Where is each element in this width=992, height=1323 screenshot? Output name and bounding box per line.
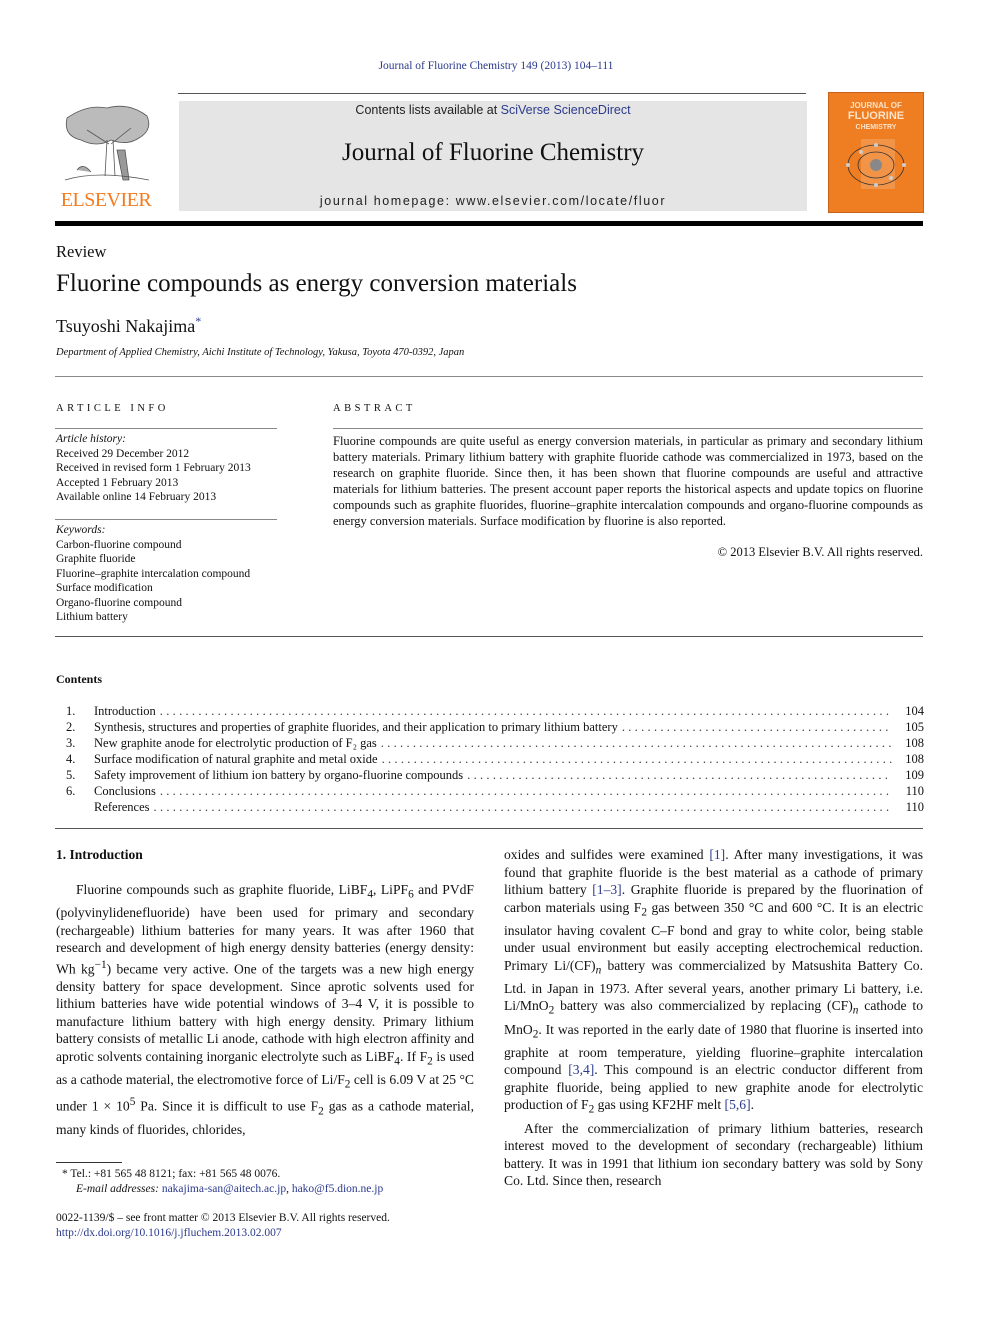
- keyword: Surface modification: [56, 582, 153, 594]
- toc-leader-dots: ........................................…: [467, 768, 892, 782]
- toc-leader-dots: ........................................…: [153, 800, 892, 814]
- author-line: Tsuyoshi Nakajima*: [56, 314, 201, 337]
- toc-page-number: 104: [905, 704, 924, 718]
- article-info-heading: ARTICLE INFO: [56, 403, 169, 414]
- toc-number: 2.: [66, 720, 76, 734]
- divider: [333, 428, 923, 429]
- author-name: Tsuyoshi Nakajima: [56, 316, 196, 336]
- divider: [55, 376, 923, 377]
- toc-number: 6.: [66, 784, 76, 798]
- keyword: Organo-fluorine compound: [56, 596, 182, 609]
- front-matter: 0022-1139/$ – see front matter © 2013 El…: [56, 1211, 486, 1241]
- paragraph: oxides and sulfides were examined [1]. A…: [504, 847, 924, 1117]
- section-heading-introduction: 1. Introduction: [56, 847, 143, 862]
- toc-label: Conclusions: [94, 784, 156, 798]
- toc-label: Introduction: [94, 704, 156, 718]
- toc-entry[interactable]: References..............................…: [56, 799, 924, 815]
- article-history: Article history: Received 29 December 20…: [56, 432, 286, 505]
- footnote-contact: * Tel.: +81 565 48 8121; fax: +81 565 48…: [62, 1168, 384, 1195]
- toc-page-number: 110: [905, 800, 924, 814]
- reference-link[interactable]: [5,6]: [725, 1097, 751, 1112]
- history-item: Received in revised form 1 February 2013: [56, 462, 251, 474]
- doi-link[interactable]: http://dx.doi.org/10.1016/j.jfluchem.201…: [56, 1227, 282, 1239]
- toc-page-number: 108: [905, 736, 924, 750]
- toc-page-number: 110: [905, 784, 924, 798]
- keyword: Carbon-fluorine compound: [56, 538, 182, 551]
- issn-line: 0022-1139/$ – see front matter © 2013 El…: [56, 1212, 390, 1224]
- journal-banner: Contents lists available at SciVerse Sci…: [179, 101, 807, 211]
- history-item: Accepted 1 February 2013: [56, 476, 179, 489]
- reference-link[interactable]: [1]: [709, 847, 725, 862]
- toc-number: 1.: [66, 704, 76, 718]
- footnote-rule: [56, 1162, 122, 1163]
- toc-entry[interactable]: 3. New graphite anode for electrolytic pr…: [56, 735, 924, 751]
- toc-page-number: 108: [905, 752, 924, 766]
- toc-number: 3.: [66, 736, 76, 750]
- journal-citation[interactable]: Journal of Fluorine Chemistry 149 (2013)…: [0, 60, 992, 72]
- toc-page-number: 109: [905, 768, 924, 782]
- toc-leader-dots: ........................................…: [380, 736, 892, 750]
- history-item: Available online 14 February 2013: [56, 491, 217, 503]
- reference-link[interactable]: [3,4]: [568, 1062, 594, 1077]
- toc-entry[interactable]: 2. Synthesis, structures and properties o…: [56, 719, 924, 735]
- toc-leader-dots: ........................................…: [159, 704, 892, 718]
- body-column-left: Fluorine compounds such as graphite fluo…: [56, 881, 474, 1138]
- contents-heading: Contents: [56, 672, 103, 686]
- toc-entry[interactable]: 6. Conclusions...........................…: [56, 783, 924, 799]
- elsevier-logo[interactable]: ELSEVIER: [55, 100, 157, 212]
- corresponding-author-mark[interactable]: *: [195, 314, 201, 328]
- history-item: Received 29 December 2012: [56, 447, 190, 460]
- toc-page-number: 105: [905, 720, 924, 734]
- article-type: Review: [56, 242, 107, 261]
- elsevier-tree-icon: [64, 105, 150, 181]
- journal-cover[interactable]: JOURNAL OF FLUORINE CHEMISTRY: [828, 92, 924, 213]
- reference-link[interactable]: [1–3]: [592, 882, 621, 897]
- toc-label: Synthesis, structures and properties of …: [94, 720, 618, 734]
- toc-label: Safety improvement of lithium ion batter…: [94, 768, 464, 782]
- keywords: Keywords: Carbon-fluorine compound Graph…: [56, 523, 296, 625]
- toc-entry[interactable]: 5. Safety improvement of lithium ion batt…: [56, 767, 924, 783]
- divider: [55, 828, 923, 829]
- toc-number: 5.: [66, 768, 76, 782]
- contents-availability: Contents lists available at SciVerse Sci…: [355, 103, 631, 117]
- toc-label: Surface modification of natural graphite…: [94, 752, 378, 766]
- toc-leader-dots: ........................................…: [621, 720, 892, 734]
- body-column-right: oxides and sulfides were examined [1]. A…: [504, 846, 923, 1190]
- email-link[interactable]: hako@f5.dion.ne.jp: [292, 1183, 383, 1195]
- table-of-contents: 1. Introduction..........................…: [56, 703, 924, 815]
- keyword: Lithium battery: [56, 611, 128, 623]
- divider: [55, 636, 923, 637]
- toc-label: References: [94, 800, 150, 814]
- keyword: Fluorine–graphite intercalation compound: [56, 567, 251, 580]
- sciencedirect-link[interactable]: SciVerse ScienceDirect: [501, 103, 631, 117]
- toc-entry[interactable]: 4. Surface modification of natural graphi…: [56, 751, 924, 767]
- divider: [55, 428, 277, 429]
- header-thick-rule: [55, 221, 923, 226]
- journal-homepage[interactable]: journal homepage: www.elsevier.com/locat…: [179, 194, 807, 208]
- history-label: Article history:: [56, 433, 126, 445]
- toc-number: [56, 799, 94, 815]
- abstract-text: Fluorine compounds are quite useful as e…: [333, 434, 923, 528]
- paragraph: After the commercialization of primary l…: [504, 1120, 923, 1189]
- email-link[interactable]: nakajima-san@aitech.ac.jp: [162, 1183, 286, 1195]
- atom-icon: [846, 139, 906, 189]
- toc-number: 4.: [66, 752, 76, 766]
- article-title: Fluorine compounds as energy conversion …: [56, 270, 577, 297]
- affiliation: Department of Applied Chemistry, Aichi I…: [56, 347, 465, 358]
- toc-leader-dots: ........................................…: [159, 784, 892, 798]
- paragraph: Fluorine compounds such as graphite fluo…: [56, 882, 475, 1137]
- toc-leader-dots: ........................................…: [381, 752, 892, 766]
- abstract-heading: ABSTRACT: [333, 403, 416, 414]
- divider: [55, 519, 277, 520]
- keywords-label: Keywords:: [56, 524, 106, 536]
- elsevier-wordmark: ELSEVIER: [60, 189, 152, 211]
- toc-entry[interactable]: 1. Introduction..........................…: [56, 703, 924, 719]
- toc-label: New graphite anode for electrolytic prod…: [94, 736, 377, 750]
- header-rule: [178, 93, 806, 94]
- keyword: Graphite fluoride: [56, 553, 136, 565]
- abstract-copyright: © 2013 Elsevier B.V. All rights reserved…: [717, 545, 923, 559]
- journal-title: Journal of Fluorine Chemistry: [341, 139, 645, 166]
